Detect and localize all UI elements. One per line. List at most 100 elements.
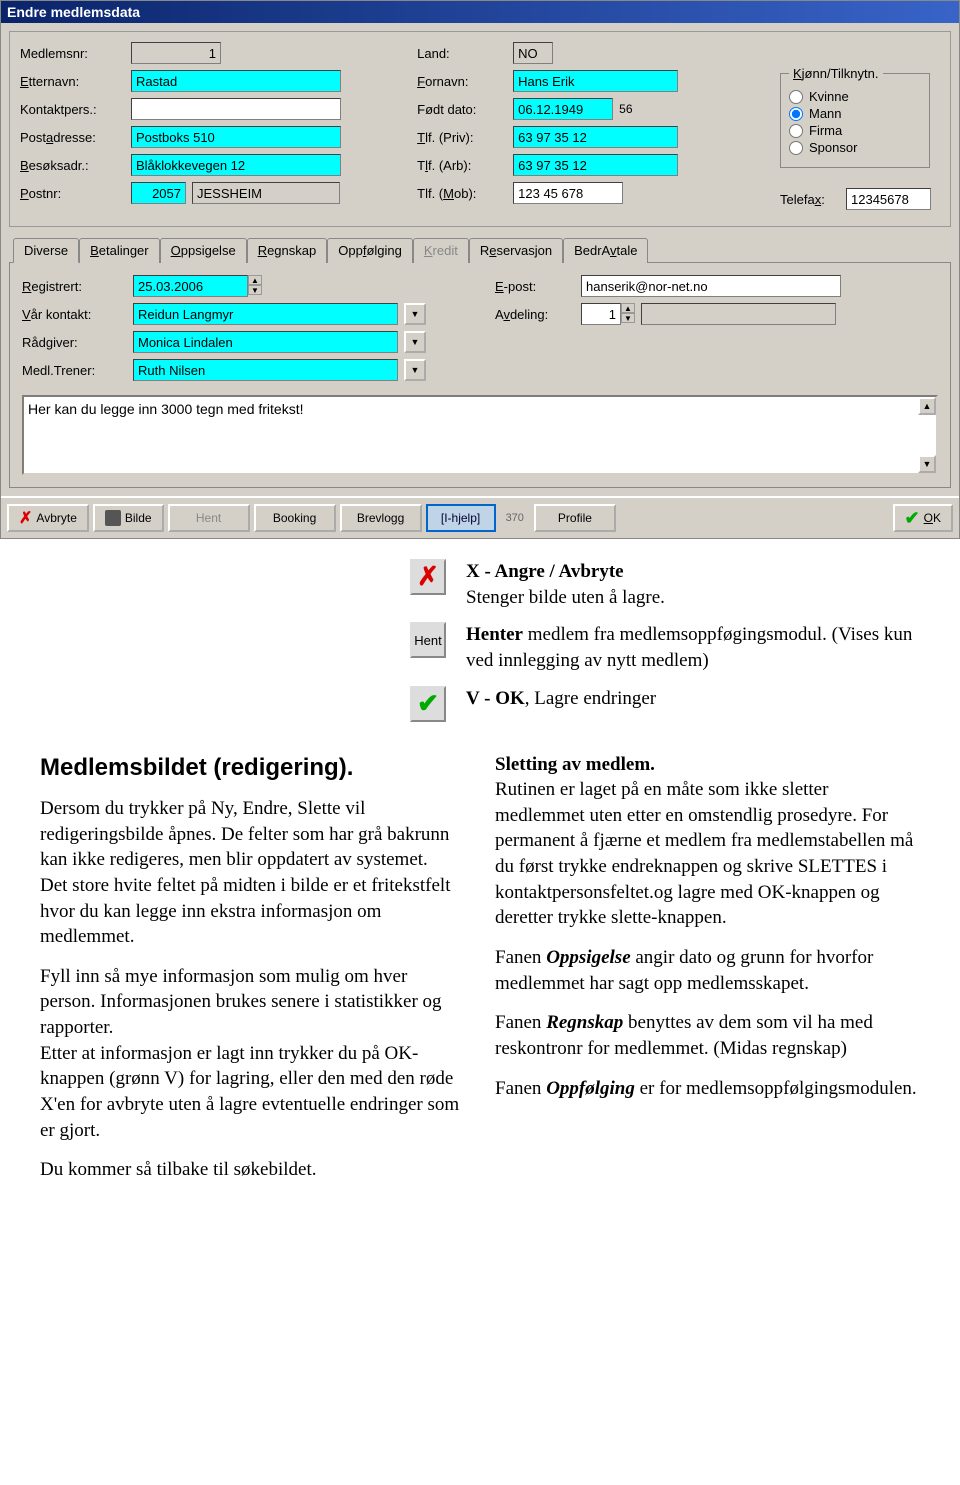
epost-input[interactable] — [581, 275, 841, 297]
registrert-spin-down[interactable]: ▼ — [248, 285, 262, 295]
besoksadr-input[interactable] — [131, 154, 341, 176]
poststed-input — [192, 182, 340, 204]
doc-ok-icon: ✔ — [410, 686, 446, 722]
form-area: Medlemsnr: Etternavn: Kontaktpers.: Post… — [1, 23, 959, 496]
doc-p5: Fanen Oppsigelse angir dato og grunn for… — [495, 945, 920, 996]
tab-regnskap[interactable]: Regnskap — [247, 238, 328, 263]
registrert-spin-up[interactable]: ▲ — [248, 275, 262, 285]
member-edit-window: Endre medlemsdata Medlemsnr: Etternavn: … — [0, 0, 960, 539]
label-kontaktpers: Kontaktpers.: — [20, 102, 125, 117]
label-firma: Firma — [809, 123, 842, 138]
label-postadresse: Postadresse: — [20, 130, 125, 145]
doc-right-col: Sletting av medlem.Rutinen er laget på e… — [495, 752, 920, 1197]
tab-content-diverse: Registrert: ▲ ▼ Vår kontakt: ▼ — [9, 263, 951, 488]
photo-icon — [105, 510, 121, 526]
radio-firma[interactable] — [789, 124, 803, 138]
freetext-scrollbar: ▲ ▼ — [918, 397, 936, 473]
doc-p2: Fyll inn så mye informasjon som mulig om… — [40, 964, 465, 1143]
button-bar: ✗ Avbryte Bilde Hent Booking Brevlogg [I… — [1, 496, 959, 538]
label-postnr: Postnr: — [20, 186, 125, 201]
radgiver-dropdown[interactable]: ▼ — [404, 331, 426, 353]
label-besoksadr: Besøksadr.: — [20, 158, 125, 173]
close-icon: ✗ — [19, 508, 32, 528]
avdeling-spin-up[interactable]: ▲ — [621, 303, 635, 313]
tab-diverse[interactable]: Diverse — [13, 238, 79, 263]
medltrener-input[interactable] — [133, 359, 398, 381]
tlfarb-input[interactable] — [513, 154, 678, 176]
label-tlfpriv: Tlf. (Priv): — [417, 130, 507, 145]
tab-oppsigelse[interactable]: Oppsigelse — [160, 238, 247, 263]
ok-button[interactable]: ✔ OK — [893, 504, 953, 532]
tlfpriv-input[interactable] — [513, 126, 678, 148]
tlfmob-input[interactable] — [513, 182, 623, 204]
doc-p3: Du kommer så tilbake til søkebildet. — [40, 1157, 465, 1183]
gender-fieldset: Kjønn/Tilknytn. Kvinne Mann Firma — [780, 66, 930, 168]
label-epost: E-post: — [495, 279, 575, 294]
avdeling-input[interactable] — [581, 303, 621, 325]
scroll-down-icon[interactable]: ▼ — [918, 455, 936, 473]
label-medltrener: Medl.Trener: — [22, 363, 127, 378]
land-input — [513, 42, 553, 64]
doc-hent-icon: Hent — [410, 622, 446, 658]
doc-p6: Fanen Regnskap benyttes av dem som vil h… — [495, 1010, 920, 1061]
booking-button[interactable]: Booking — [254, 504, 336, 532]
doc-heading-1: Medlemsbildet (redigering). — [40, 752, 465, 784]
bilde-button[interactable]: Bilde — [93, 504, 164, 532]
label-fornavn: Fornavn: — [417, 74, 507, 89]
varkontakt-dropdown[interactable]: ▼ — [404, 303, 426, 325]
label-tlfarb: Tlf. (Arb): — [417, 158, 507, 173]
hjelp-button[interactable]: [I-hjelp] — [426, 504, 496, 532]
kontaktpers-input[interactable] — [131, 98, 341, 120]
gender-legend: Kjønn/Tilknytn. — [789, 66, 883, 81]
profile-button[interactable]: Profile — [534, 504, 616, 532]
radio-kvinne[interactable] — [789, 90, 803, 104]
label-tlfmob: Tlf. (Mob): — [417, 186, 507, 201]
avdeling-spin-down[interactable]: ▼ — [621, 313, 635, 323]
tab-betalinger[interactable]: Betalinger — [79, 238, 160, 263]
radgiver-input[interactable] — [133, 331, 398, 353]
window-title: Endre medlemsdata — [7, 4, 140, 20]
label-sponsor: Sponsor — [809, 140, 857, 155]
check-icon: ✔ — [905, 508, 920, 529]
radio-sponsor[interactable] — [789, 141, 803, 155]
radio-mann[interactable] — [789, 107, 803, 121]
avbryte-button[interactable]: ✗ Avbryte — [7, 504, 89, 532]
right-column: Kjønn/Tilknytn. Kvinne Mann Firma — [780, 42, 940, 216]
label-kvinne: Kvinne — [809, 89, 849, 104]
hent-button: Hent — [168, 504, 250, 532]
doc-x-icon: ✗ — [410, 559, 446, 595]
postadresse-input[interactable] — [131, 126, 341, 148]
documentation: ✗ X - Angre / Avbryte Stenger bilde uten… — [0, 539, 960, 1217]
medltrener-dropdown[interactable]: ▼ — [404, 359, 426, 381]
fodtdato-input[interactable] — [513, 98, 613, 120]
telefax-input[interactable] — [846, 188, 931, 210]
brevlogg-button[interactable]: Brevlogg — [340, 504, 422, 532]
freetext-area[interactable]: Her kan du legge inn 3000 tegn med frite… — [22, 395, 938, 475]
doc-p7: Fanen Oppfølging er for medlemsoppfølgin… — [495, 1076, 920, 1102]
label-fodtdato: Født dato: — [417, 102, 507, 117]
varkontakt-input[interactable] — [133, 303, 398, 325]
label-etternavn: Etternavn: — [20, 74, 125, 89]
left-column: Medlemsnr: Etternavn: Kontaktpers.: Post… — [20, 42, 397, 216]
tab-reservasjon[interactable]: Reservasjon — [469, 238, 563, 263]
doc-ok-text: V - OK, Lagre endringer — [466, 686, 920, 712]
label-registrert: Registrert: — [22, 279, 127, 294]
window-titlebar: Endre medlemsdata — [1, 1, 959, 23]
label-varkontakt: Vår kontakt: — [22, 307, 127, 322]
postnr-input[interactable] — [131, 182, 186, 204]
doc-left-col: Medlemsbildet (redigering). Dersom du tr… — [40, 752, 465, 1197]
registrert-input[interactable] — [133, 275, 248, 297]
doc-p1: Dersom du trykker på Ny, Endre, Slette v… — [40, 796, 465, 950]
alder-display: 56 — [619, 102, 632, 116]
etternavn-input[interactable] — [131, 70, 341, 92]
tab-oppfolging[interactable]: Oppfølging — [327, 238, 413, 263]
scroll-up-icon[interactable]: ▲ — [918, 397, 936, 415]
medlemsnr-input — [131, 42, 221, 64]
tab-bar: Diverse Betalinger Oppsigelse Regnskap O… — [9, 237, 951, 263]
freetext-content: Her kan du legge inn 3000 tegn med frite… — [28, 401, 304, 417]
fornavn-input[interactable] — [513, 70, 678, 92]
doc-p4: Sletting av medlem.Rutinen er laget på e… — [495, 752, 920, 931]
upper-form-section: Medlemsnr: Etternavn: Kontaktpers.: Post… — [9, 31, 951, 227]
tab-bedravtale[interactable]: BedrAvtale — [563, 238, 648, 263]
label-radgiver: Rådgiver: — [22, 335, 127, 350]
